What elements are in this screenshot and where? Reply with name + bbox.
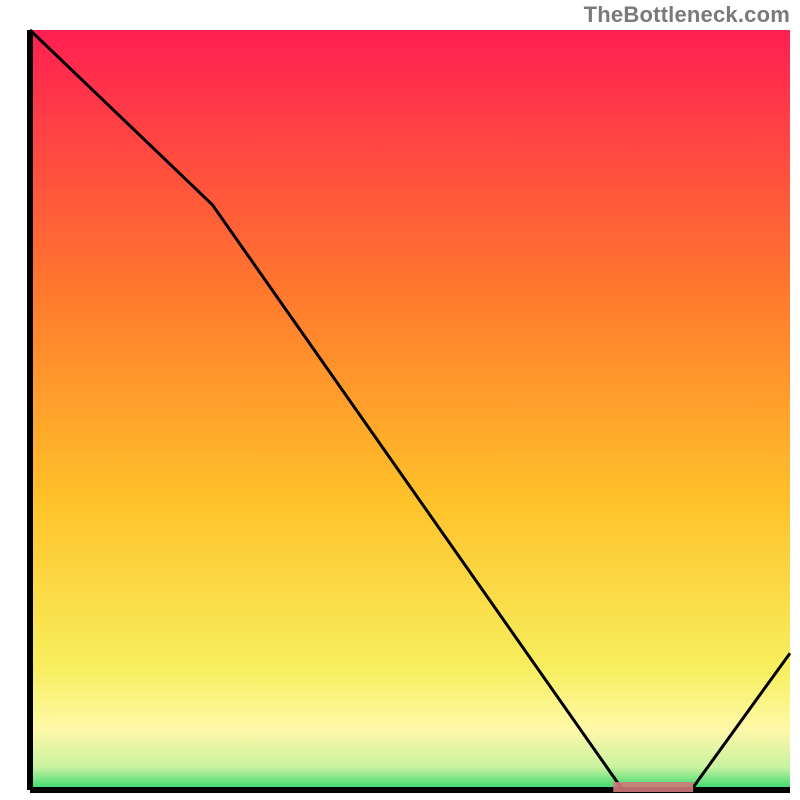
bottleneck-chart	[0, 0, 800, 800]
plot-background	[30, 30, 790, 790]
watermark-text: TheBottleneck.com	[584, 2, 790, 28]
annotation-marker	[613, 782, 693, 792]
chart-container: TheBottleneck.com	[0, 0, 800, 800]
